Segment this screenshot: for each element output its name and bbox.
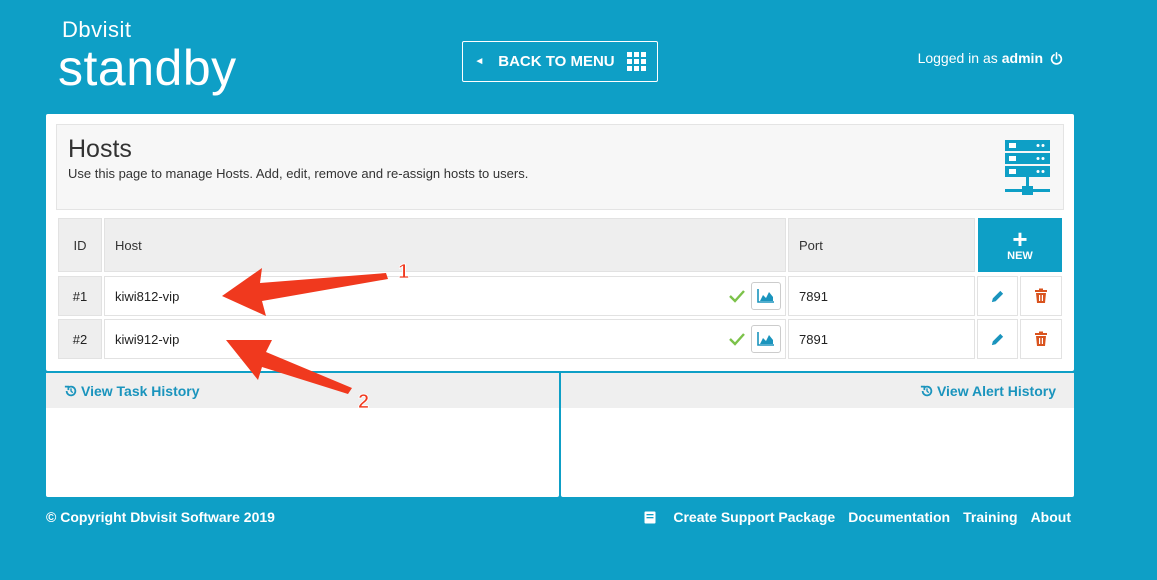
logo-brand: Dbvisit [62,17,132,42]
view-alert-history-label: View Alert History [936,382,1056,399]
page-description: Use this page to manage Hosts. Add, edit… [68,166,529,181]
logged-in-user: admin [1001,50,1043,66]
page-title: Hosts [68,135,132,163]
row-id: #1 [72,288,88,304]
port-cell: 7891 [788,276,975,316]
check-icon [729,290,745,303]
area-chart-icon [757,332,774,346]
pencil-icon [991,333,1004,345]
trash-icon [1035,288,1047,303]
power-icon[interactable] [1050,51,1063,65]
create-support-package-link[interactable]: Create Support Package [644,509,835,525]
host-cell[interactable]: kiwi812-vip [104,276,786,316]
back-to-menu-label: BACK TO MENU [498,53,615,70]
documentation-link[interactable]: Documentation [848,509,950,525]
alert-history-panel: View Alert History [561,373,1074,497]
copyright: © Copyright Dbvisit Software 2019 [46,509,275,525]
edit-host-button[interactable] [977,319,1018,359]
column-header-host: Host [104,218,786,272]
table-row-id: #2 [58,319,102,359]
about-link[interactable]: About [1031,509,1071,525]
host-chart-button[interactable] [751,325,781,353]
training-link[interactable]: Training [963,509,1017,525]
logged-in-prefix: Logged in as [917,50,998,66]
logo-product: standby [58,40,237,96]
hosts-panel: Hosts Use this page to manage Hosts. Add… [46,114,1074,371]
edit-host-button[interactable] [977,276,1018,316]
history-icon [920,385,933,396]
view-alert-history-link[interactable]: View Alert History [920,383,1056,399]
column-header-port: Port [788,218,975,272]
view-task-history-link[interactable]: View Task History [64,383,200,399]
port-value: 7891 [799,288,828,304]
trash-icon [1035,331,1047,346]
delete-host-button[interactable] [1020,319,1062,359]
row-id: #2 [72,331,88,347]
create-support-package-label: Create Support Package [673,509,836,525]
grid-menu-icon [626,52,646,71]
host-chart-button[interactable] [751,282,781,310]
back-arrow-icon: ◄ [474,56,485,67]
port-value: 7891 [799,331,828,347]
check-icon [729,333,745,346]
alert-history-header: View Alert History [561,373,1074,408]
plus-icon: + [1012,224,1028,254]
footer-links: Create Support Package Documentation Tra… [631,509,1071,525]
task-history-panel: View Task History [46,373,559,497]
server-icon [1005,140,1050,195]
logo: Dbvisit standby [58,17,237,96]
host-name: kiwi812-vip [115,288,180,304]
port-cell: 7891 [788,319,975,359]
login-status: Logged in as admin [918,50,1063,66]
new-host-label: NEW [1007,250,1033,262]
new-host-button[interactable]: + NEW [978,218,1062,272]
view-task-history-label: View Task History [81,382,200,399]
column-header-host-label: Host [115,237,142,253]
column-header-port-label: Port [799,237,823,253]
delete-host-button[interactable] [1020,276,1062,316]
column-header-id: ID [58,218,102,272]
column-header-id-label: ID [73,237,87,253]
back-to-menu-button[interactable]: ◄ BACK TO MENU [462,41,658,82]
history-icon [64,385,77,396]
host-name: kiwi912-vip [115,331,180,347]
page-header: Hosts Use this page to manage Hosts. Add… [56,124,1064,210]
pencil-icon [991,290,1004,302]
task-history-header: View Task History [46,373,559,408]
host-cell[interactable]: kiwi912-vip [104,319,786,359]
area-chart-icon [757,289,774,303]
book-icon [644,511,656,523]
table-row-id: #1 [58,276,102,316]
